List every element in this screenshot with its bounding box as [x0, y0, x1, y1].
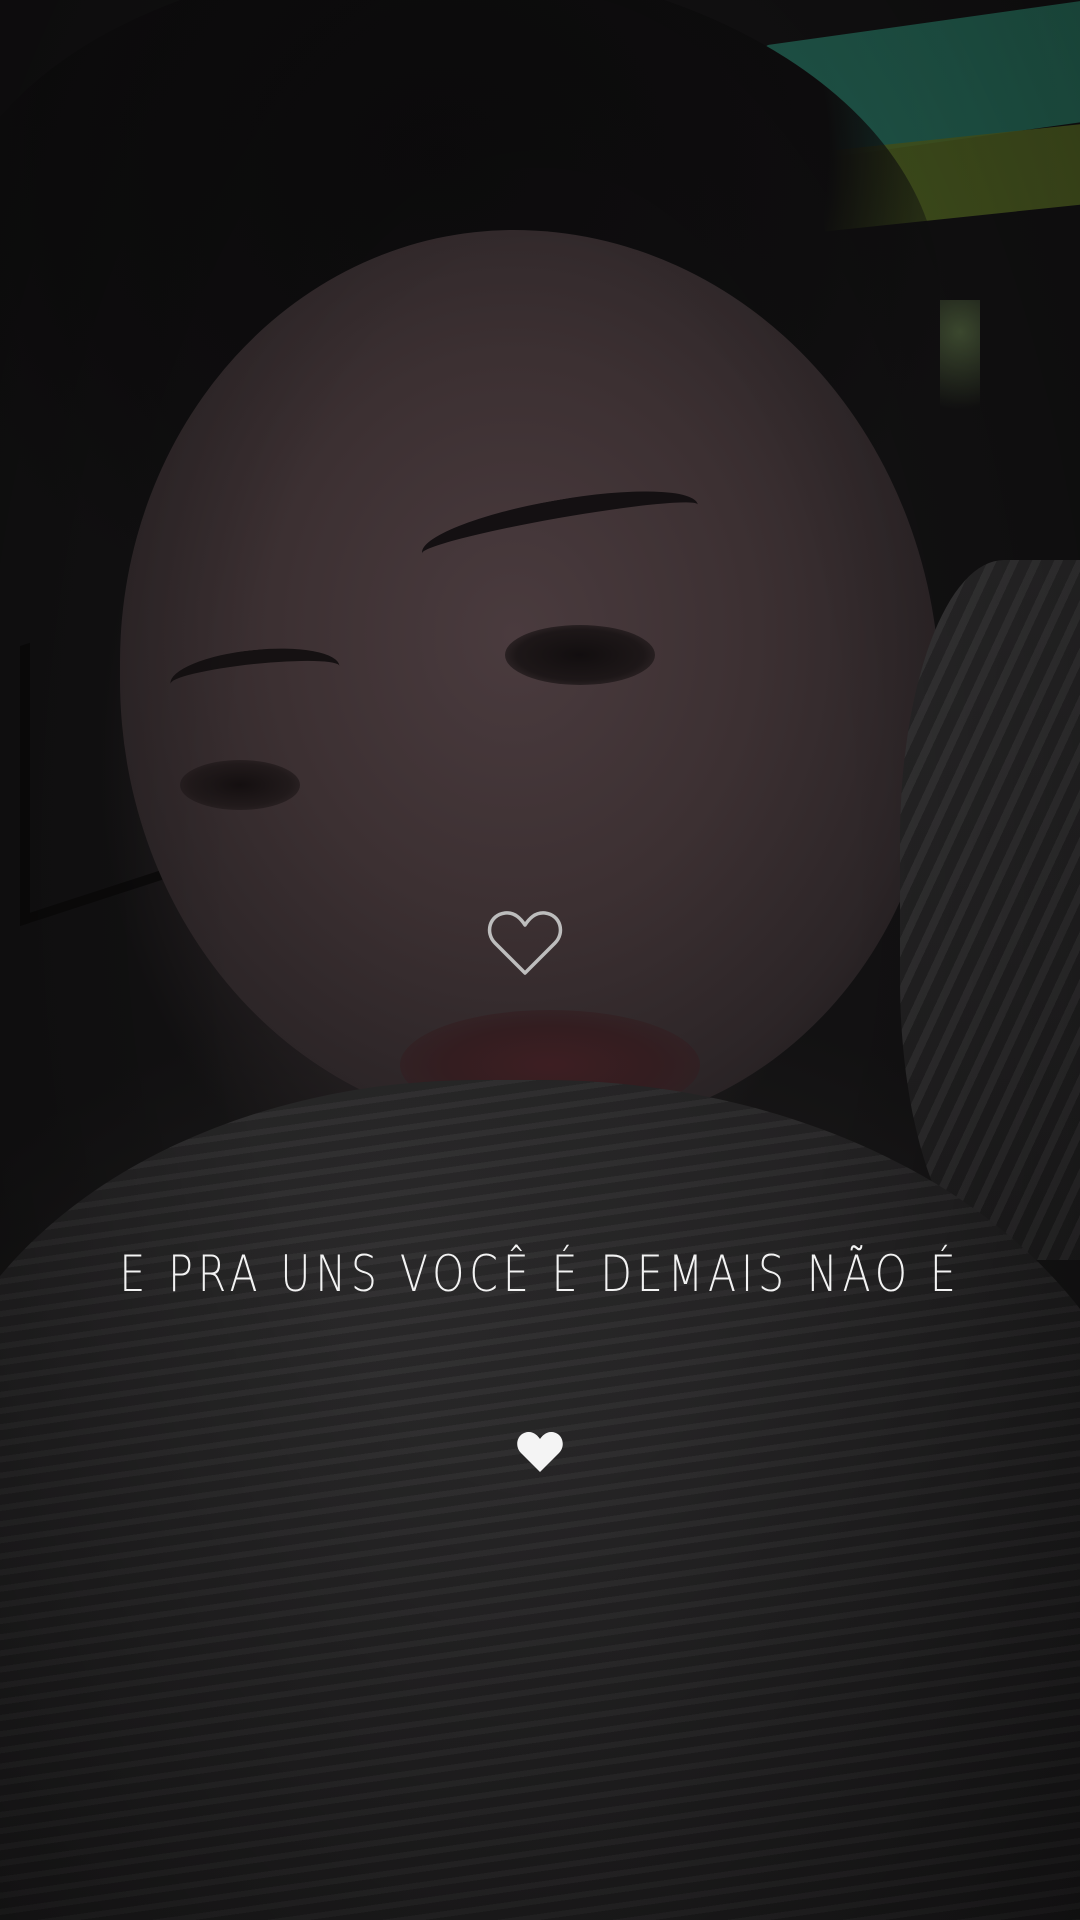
- story-caption: E pra uns você é demais não é: [119, 1245, 961, 1303]
- white-heart-emoji-icon: [517, 1431, 563, 1472]
- story-canvas: E pra uns você é demais não é: [0, 0, 1080, 1920]
- heart-outline-icon: [487, 911, 563, 975]
